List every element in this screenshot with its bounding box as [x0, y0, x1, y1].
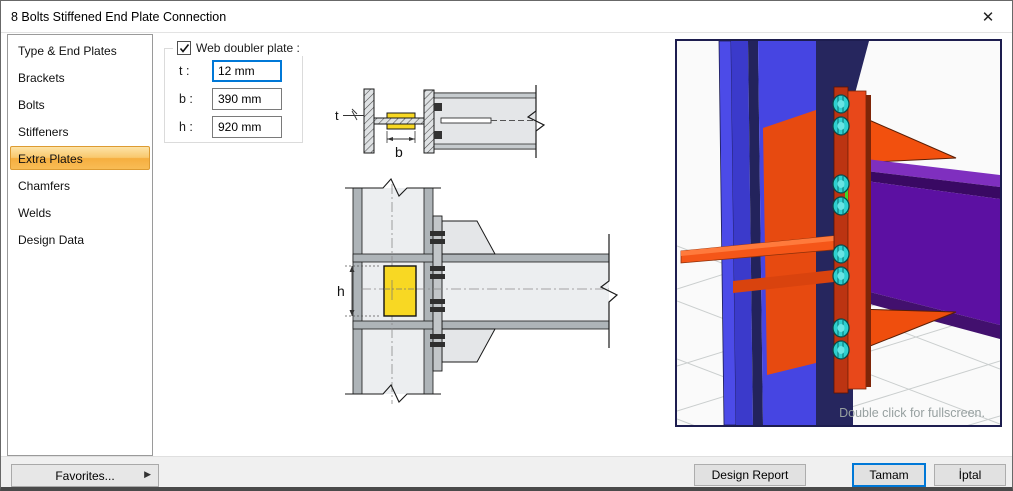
favorites-button[interactable]: Favorites... ▶ [11, 464, 159, 487]
web-doubler-plate-label: Web doubler plate : [196, 41, 300, 55]
sidebar-item-welds[interactable]: Welds [10, 200, 150, 224]
sidebar-item-bolts[interactable]: Bolts [10, 92, 150, 116]
favorites-arrow-icon: ▶ [144, 469, 151, 479]
sidebar-item-design-data[interactable]: Design Data [10, 227, 150, 251]
dim-t-label: t [335, 108, 339, 123]
web-doubler-plate-group: Web doubler plate : t : b : h : [164, 40, 304, 143]
3d-preview[interactable]: Double click for fullscreen. [675, 39, 1002, 487]
ok-button[interactable]: Tamam [852, 463, 926, 487]
h-label: h : [179, 120, 193, 134]
b-label: b : [179, 92, 193, 106]
design-report-label: Design Report [711, 468, 789, 482]
cancel-button[interactable]: İptal [934, 464, 1006, 486]
category-sidebar: Type & End Plates Brackets Bolts Stiffen… [7, 34, 153, 456]
connection-dialog: 8 Bolts Stiffened End Plate Connection ✕… [0, 0, 1013, 491]
b-input[interactable] [212, 88, 282, 110]
cancel-label: İptal [958, 468, 982, 482]
sidebar-item-chamfers[interactable]: Chamfers [10, 173, 150, 197]
sidebar-item-type-end-plates[interactable]: Type & End Plates [10, 38, 150, 62]
favorites-label: Favorites... [55, 468, 115, 483]
sidebar-item-extra-plates[interactable]: Extra Plates [10, 146, 150, 170]
window-title: 8 Bolts Stiffened End Plate Connection [11, 10, 227, 24]
design-report-button[interactable]: Design Report [694, 464, 806, 486]
dim-h-label: h [337, 283, 345, 299]
3d-render: Double click for fullscreen. [676, 40, 1001, 487]
t-input[interactable] [212, 60, 282, 82]
checkmark-icon [179, 43, 189, 53]
footer-bar: Favorites... ▶ Design Report Tamam İptal [1, 456, 1012, 487]
close-icon[interactable]: ✕ [974, 5, 1002, 29]
dim-b-label: b [395, 144, 403, 160]
h-input[interactable] [212, 116, 282, 138]
elevation-view-diagram: h [337, 178, 619, 404]
plan-view-diagram: t b [335, 85, 546, 160]
title-bar: 8 Bolts Stiffened End Plate Connection ✕ [1, 1, 1012, 33]
t-label: t : [179, 64, 190, 78]
sidebar-item-brackets[interactable]: Brackets [10, 65, 150, 89]
fullscreen-hint: Double click for fullscreen. [839, 406, 985, 420]
sidebar-item-stiffeners[interactable]: Stiffeners [10, 119, 150, 143]
ok-label: Tamam [869, 468, 909, 482]
web-doubler-plate-checkbox[interactable] [177, 41, 191, 55]
